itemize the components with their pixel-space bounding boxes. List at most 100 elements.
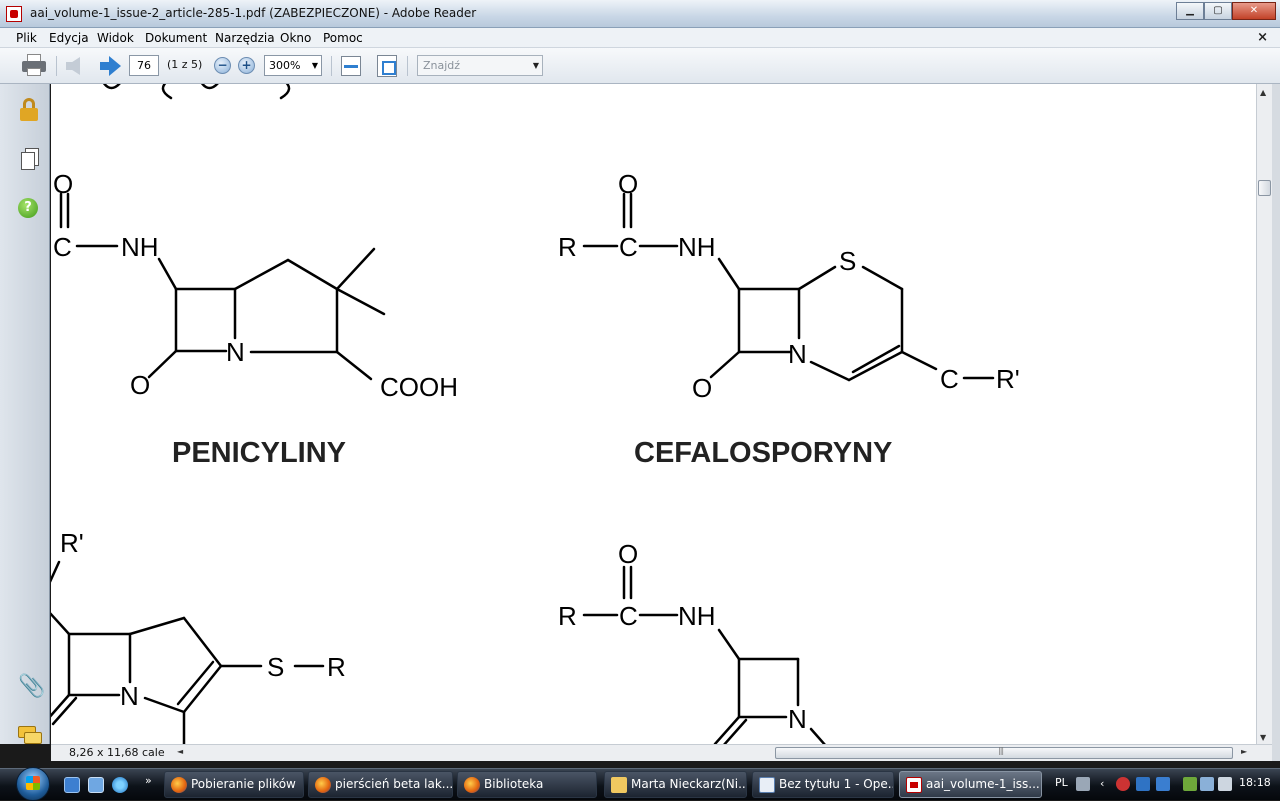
carb-s-label: S	[267, 652, 284, 682]
taskbar-item-label: pierścień beta lak...	[335, 777, 453, 791]
next-page-icon[interactable]	[100, 56, 122, 76]
zoom-value: 300%	[269, 59, 301, 72]
menu-pomoc[interactable]: Pomoc	[323, 31, 363, 45]
switch-windows-icon[interactable]	[88, 777, 104, 793]
scroll-right-icon[interactable]: ►	[1241, 747, 1247, 756]
menu-plik[interactable]: Plik	[16, 31, 37, 45]
maximize-button[interactable]: ▢	[1204, 2, 1232, 20]
menu-widok[interactable]: Widok	[97, 31, 134, 45]
ceph-r-prime-label: R'	[996, 364, 1020, 394]
mono-r-label: R	[558, 601, 577, 631]
keyboard-icon[interactable]	[1076, 777, 1090, 791]
zoom-in-icon[interactable]: +	[238, 57, 255, 74]
window-title-bar[interactable]: aai_volume-1_issue-2_article-285-1.pdf (…	[0, 0, 1280, 28]
comments-icon[interactable]	[18, 724, 42, 748]
fit-width-icon[interactable]	[341, 56, 361, 76]
toolbar-separator	[56, 56, 57, 76]
pen-n-label: N	[226, 337, 245, 367]
clock[interactable]: 18:18	[1239, 776, 1271, 789]
scroll-up-icon[interactable]: ▲	[1260, 88, 1266, 97]
carb-r-prime-label: R'	[60, 528, 84, 558]
update-icon[interactable]	[1156, 777, 1170, 791]
print-icon[interactable]	[22, 54, 46, 76]
close-button[interactable]: ✕	[1232, 2, 1276, 20]
firefox-icon	[464, 777, 480, 793]
firefox-icon	[171, 777, 187, 793]
menu-edycja[interactable]: Edycja	[49, 31, 89, 45]
ceph-r-label: R	[558, 232, 577, 262]
page-size-label: 8,26 x 11,68 cale	[69, 746, 165, 759]
vertical-scrollbar[interactable]: ▲ ▼	[1256, 84, 1272, 744]
quicklaunch-more-icon[interactable]: »	[145, 774, 152, 787]
power-icon[interactable]	[1183, 777, 1197, 791]
ceph-o-lactam-label: O	[692, 373, 712, 403]
start-button[interactable]	[12, 767, 50, 801]
mono-c-label: C	[619, 601, 638, 631]
toolbar-separator	[331, 56, 332, 76]
ceph-o-top-label: O	[618, 169, 638, 199]
language-indicator[interactable]: PL	[1055, 776, 1068, 789]
menu-narzedzia[interactable]: Narzędzia	[215, 31, 275, 45]
pen-o-top-label: O	[53, 169, 73, 199]
taskbar-item-label: Bez tytułu 1 - Ope...	[779, 777, 894, 791]
horizontal-scroll-thumb[interactable]	[775, 746, 1233, 759]
chevron-down-icon[interactable]: ▼	[533, 56, 539, 75]
previous-page-icon[interactable]	[66, 57, 80, 75]
help-icon[interactable]: ?	[18, 198, 38, 218]
chemical-structures-figure: O C NH N O COOH PENICYLINY R O C NH S N …	[51, 84, 1020, 744]
windows-logo-icon	[26, 776, 40, 790]
fit-page-icon[interactable]	[377, 55, 397, 77]
ceph-nh-label: NH	[678, 232, 716, 262]
page-number-input[interactable]: 76	[129, 55, 159, 76]
scroll-down-icon[interactable]: ▼	[1260, 733, 1266, 742]
chevron-down-icon[interactable]: ▼	[312, 56, 318, 75]
lock-icon[interactable]	[18, 98, 42, 122]
zoom-out-icon[interactable]: −	[214, 57, 231, 74]
internet-explorer-icon[interactable]	[112, 777, 128, 793]
taskbar-item-adobe-reader[interactable]: aai_volume-1_iss...	[899, 771, 1042, 798]
ceph-s-label: S	[839, 246, 856, 276]
taskbar-item-firefox-search[interactable]: pierścień beta lak...	[308, 771, 453, 798]
taskbar-item-openoffice[interactable]: Bez tytułu 1 - Ope...	[752, 771, 894, 798]
pen-cooh-label: COOH	[380, 372, 458, 402]
vertical-scroll-thumb[interactable]	[1258, 180, 1271, 196]
taskbar-item-label: Biblioteka	[484, 777, 544, 791]
carb-n-label: N	[120, 681, 139, 711]
window-title: aai_volume-1_issue-2_article-285-1.pdf (…	[30, 6, 477, 20]
find-placeholder: Znajdź	[423, 59, 461, 72]
taskbar-item-label: aai_volume-1_iss...	[926, 777, 1040, 791]
menu-dokument[interactable]: Dokument	[145, 31, 207, 45]
pdf-icon	[906, 777, 922, 793]
toolbar: 76 (1 z 5) − + 300% ▼ Znajdź ▼	[0, 48, 1280, 84]
scroll-left-icon[interactable]: ◄	[177, 747, 183, 756]
mono-o-top-label: O	[618, 539, 638, 569]
taskbar-item-label: Marta Nieckarz(Ni...	[631, 777, 747, 791]
taskbar-item-library[interactable]: Biblioteka	[457, 771, 597, 798]
taskbar-item-label: Pobieranie plików	[191, 777, 296, 791]
menu-okno[interactable]: Okno	[280, 31, 311, 45]
ceph-c-side-label: C	[940, 364, 959, 394]
document-view[interactable]: O C NH N O COOH PENICYLINY R O C NH S N …	[51, 84, 1256, 744]
taskbar-item-mail[interactable]: Marta Nieckarz(Ni...	[604, 771, 747, 798]
show-desktop-icon[interactable]	[64, 777, 80, 793]
minimize-button[interactable]: ▁	[1176, 2, 1204, 20]
bluetooth-icon[interactable]	[1136, 777, 1150, 791]
zoom-select[interactable]: 300% ▼	[264, 55, 322, 76]
attachment-icon[interactable]: 📎	[18, 674, 45, 699]
toolbar-separator	[407, 56, 408, 76]
status-bar: 8,26 x 11,68 cale ◄ ►	[51, 744, 1272, 761]
mono-n-label: N	[788, 704, 807, 734]
volume-icon[interactable]	[1218, 777, 1232, 791]
mono-nh-label: NH	[678, 601, 716, 631]
menu-bar: Plik Edycja Widok Dokument Narzędzia Okn…	[0, 28, 1280, 48]
cephalosporin-title: CEFALOSPORYNY	[634, 437, 892, 469]
security-icon[interactable]	[1116, 777, 1130, 791]
find-input[interactable]: Znajdź ▼	[417, 55, 543, 76]
network-icon[interactable]	[1200, 777, 1214, 791]
tray-expand-icon[interactable]: ‹	[1100, 777, 1114, 791]
navigation-pane: ? 📎	[0, 84, 50, 744]
adobe-reader-icon	[6, 6, 22, 22]
pages-icon[interactable]	[18, 148, 42, 172]
document-close-icon[interactable]: ×	[1257, 30, 1268, 45]
taskbar-item-downloads[interactable]: Pobieranie plików	[164, 771, 304, 798]
